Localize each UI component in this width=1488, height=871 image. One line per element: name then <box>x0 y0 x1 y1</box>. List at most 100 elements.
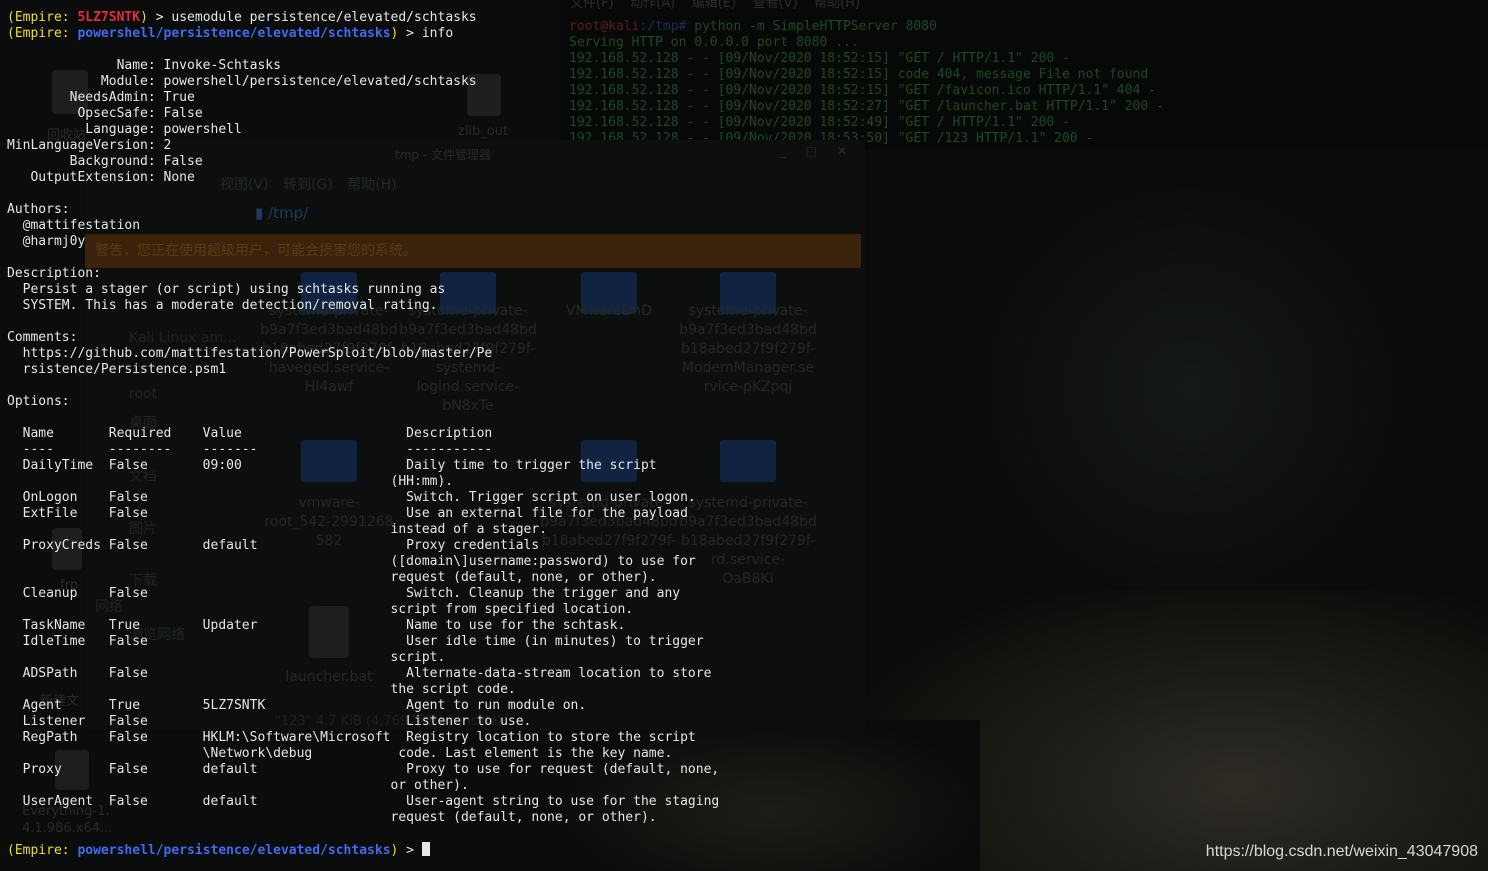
terminal-line: Agent True 5LZ7SNTK Agent to run module … <box>7 698 719 714</box>
terminal-line: ([domain\]username:password) to use for <box>7 554 719 570</box>
terminal-text: NeedsAdmin: True <box>7 90 195 105</box>
terminal-text: IdleTime False User idle time (in minute… <box>7 634 704 649</box>
terminal-line: MinLanguageVersion: 2 <box>7 138 719 154</box>
terminal-text: Agent True 5LZ7SNTK Agent to run module … <box>7 698 587 713</box>
terminal-text: OpsecSafe: False <box>7 106 203 121</box>
terminal-line: NeedsAdmin: True <box>7 90 719 106</box>
terminal-text: \Network\debug code. Last element is the… <box>7 746 673 761</box>
terminal-text: (HH:mm). <box>7 474 454 489</box>
terminal-line: (Empire: powershell/persistence/elevated… <box>7 842 719 858</box>
terminal-text: script. <box>7 650 446 665</box>
terminal-text: script from specified location. <box>7 602 634 617</box>
terminal-text: https://github.com/mattifestation/PowerS… <box>7 346 493 361</box>
terminal-line: Description: <box>7 266 719 282</box>
terminal-line: instead of a stager. <box>7 522 719 538</box>
terminal-text: Authors: <box>7 202 70 217</box>
terminal-text: Proxy False default Proxy to use for req… <box>7 762 720 777</box>
terminal-line: RegPath False HKLM:\Software\Microsoft R… <box>7 730 719 746</box>
folder-icon <box>720 440 776 482</box>
terminal-text: TaskName True Updater Name to use for th… <box>7 618 626 633</box>
terminal-line: request (default, none, or other). <box>7 810 719 826</box>
empire-prompt: (Empire: <box>7 10 78 25</box>
module-path: powershell/persistence/elevated/schtasks <box>77 843 391 858</box>
terminal-text: the script code. <box>7 682 516 697</box>
terminal-text: request (default, none, or other). <box>7 810 657 825</box>
terminal-line: Options: <box>7 394 719 410</box>
terminal-line: rsistence/Persistence.psm1 <box>7 362 719 378</box>
terminal-line: \Network\debug code. Last element is the… <box>7 746 719 762</box>
empire-prompt: ) <box>140 10 148 25</box>
empire-terminal[interactable]: (Empire: 5LZ7SNTK) > usemodule persisten… <box>7 10 719 858</box>
terminal-line: (Empire: powershell/persistence/elevated… <box>7 26 719 42</box>
terminal-text: @mattifestation <box>7 218 141 233</box>
http-line: python -m SimpleHTTPServer 8080 <box>686 19 937 34</box>
terminal-text: rsistence/Persistence.psm1 <box>7 362 227 377</box>
terminal-text: > info <box>398 26 454 41</box>
terminal-line: UserAgent False default User-agent strin… <box>7 794 720 810</box>
terminal-cursor[interactable] <box>421 842 430 856</box>
terminal-line: request (default, none, or other). <box>7 570 719 586</box>
terminal-line: script. <box>7 650 719 666</box>
terminal-line: OutputExtension: None <box>7 170 719 186</box>
terminal-text: SYSTEM. This has a moderate detection/re… <box>7 298 438 313</box>
terminal-line: Comments: <box>7 330 719 346</box>
terminal-line: Authors: <box>7 202 719 218</box>
terminal-line: OpsecSafe: False <box>7 106 719 122</box>
terminal-text: Cleanup False Switch. Cleanup the trigge… <box>7 586 681 601</box>
terminal-line: or other). <box>7 778 719 794</box>
terminal-text: ([domain\]username:password) to use for <box>7 554 696 569</box>
terminal-line: Listener False Listener to use. <box>7 714 719 730</box>
terminal-line: Module: powershell/persistence/elevated/… <box>7 74 719 90</box>
terminal-text: Language: powershell <box>7 122 242 137</box>
terminal-line: Name: Invoke-Schtasks <box>7 58 719 74</box>
terminal-text: ---- -------- ------- ----------- <box>7 442 493 457</box>
terminal-text: RegPath False HKLM:\Software\Microsoft R… <box>7 730 696 745</box>
terminal-text: MinLanguageVersion: 2 <box>7 138 172 153</box>
terminal-text: Name: Invoke-Schtasks <box>7 58 281 73</box>
window-controls[interactable]: _ □ ✕ <box>780 144 855 158</box>
terminal-text: OnLogon False Switch. Trigger script on … <box>7 490 696 505</box>
agent-name: 5LZ7SNTK <box>77 10 141 25</box>
terminal-line: @mattifestation <box>7 218 719 234</box>
terminal-line: the script code. <box>7 682 719 698</box>
terminal-line: @harmj0y <box>7 234 719 250</box>
terminal-text: instead of a stager. <box>7 522 548 537</box>
terminal-line: TaskName True Updater Name to use for th… <box>7 618 719 634</box>
terminal-line: ---- -------- ------- ----------- <box>7 442 719 458</box>
terminal-text: Description: <box>7 266 101 281</box>
terminal-text: @harmj0y <box>7 234 86 249</box>
watermark: https://blog.csdn.net/weixin_43047908 <box>1205 843 1478 860</box>
desktop-background-glow <box>980 180 1400 600</box>
empire-prompt: (Empire: <box>7 843 78 858</box>
terminal-line: Proxy False default Proxy to use for req… <box>7 762 720 778</box>
terminal-text: UserAgent False default User-agent strin… <box>7 794 720 809</box>
terminal-text: Comments: <box>7 330 78 345</box>
terminal-line: https://github.com/mattifestation/PowerS… <box>7 346 719 362</box>
terminal-line: (Empire: 5LZ7SNTK) > usemodule persisten… <box>7 10 719 26</box>
terminal-text: Persist a stager (or script) using schta… <box>7 282 446 297</box>
terminal-text: > usemodule persistence/elevated/schtask… <box>147 10 477 25</box>
terminal-text: request (default, none, or other). <box>7 570 657 585</box>
terminal-text: > <box>398 843 422 858</box>
terminal-text: Background: False <box>7 154 203 169</box>
terminal-line: SYSTEM. This has a moderate detection/re… <box>7 298 719 314</box>
terminal-line: ADSPath False Alternate-data-stream loca… <box>7 666 719 682</box>
empire-prompt: (Empire: <box>7 26 78 41</box>
terminal-line: ExtFile False Use an external file for t… <box>7 506 719 522</box>
terminal-line: script from specified location. <box>7 602 719 618</box>
terminal-line: Language: powershell <box>7 122 719 138</box>
terminal-text: Options: <box>7 394 70 409</box>
terminal-line: (HH:mm). <box>7 474 719 490</box>
terminal-text: OutputExtension: None <box>7 170 195 185</box>
terminal-text: Listener False Listener to use. <box>7 714 532 729</box>
terminal-text: Name Required Value Description <box>7 426 493 441</box>
terminal-line: Cleanup False Switch. Cleanup the trigge… <box>7 586 719 602</box>
terminal-text: ADSPath False Alternate-data-stream loca… <box>7 666 712 681</box>
terminal-text: ProxyCreds False default Proxy credentia… <box>7 538 540 553</box>
